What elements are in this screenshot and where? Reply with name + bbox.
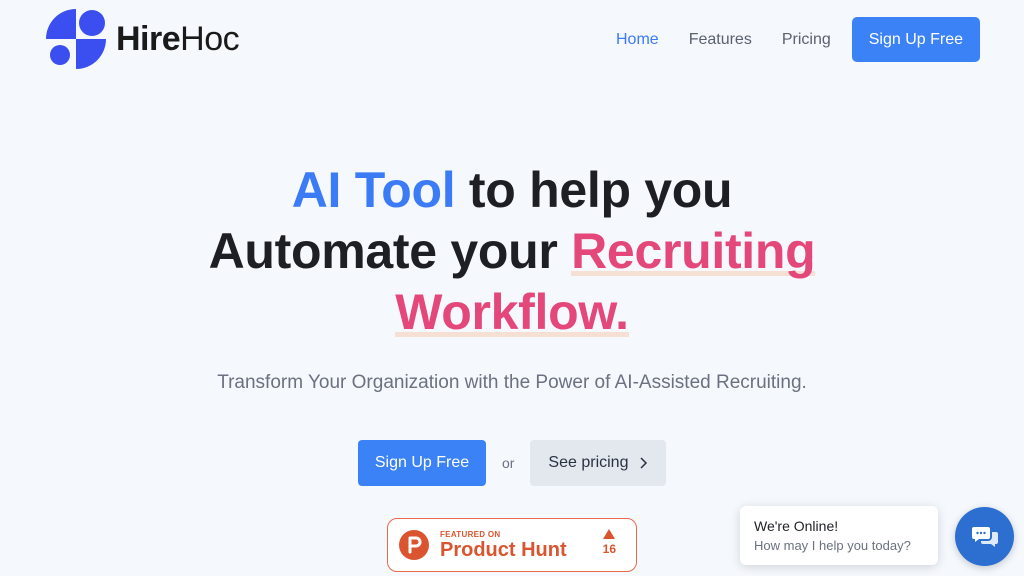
chat-greeting-bubble[interactable]: We're Online! How may I help you today?: [740, 506, 938, 565]
product-hunt-name: Product Hunt: [440, 538, 567, 561]
chat-launcher-button[interactable]: [955, 507, 1014, 566]
hero-title-highlight-recruiting: Recruiting: [571, 223, 816, 281]
main-nav: Home Features Pricing Sign Up Free: [586, 17, 980, 62]
see-pricing-button[interactable]: See pricing: [530, 440, 667, 486]
product-hunt-text: FEATURED ON Product Hunt: [440, 530, 567, 561]
product-hunt-featured-label: FEATURED ON: [440, 529, 501, 539]
upvote-triangle-icon: [603, 529, 616, 539]
chat-greeting-subtitle: How may I help you today?: [754, 538, 911, 553]
chat-bubbles-icon: [971, 526, 998, 547]
nav-pricing[interactable]: Pricing: [782, 31, 831, 49]
nav-home[interactable]: Home: [616, 31, 659, 49]
hero-subtitle: Transform Your Organization with the Pow…: [217, 372, 807, 393]
hero-title-highlight-workflow: Workflow.: [395, 284, 629, 342]
hero-title-line1-rest: to help you: [455, 162, 733, 218]
nav-sign-up-button[interactable]: Sign Up Free: [851, 17, 980, 62]
site-header: HireHoc Home Features Pricing Sign Up Fr…: [0, 0, 1024, 80]
hero-title: AI Tool to help you Automate your Recrui…: [0, 160, 1024, 343]
hero-sign-up-button[interactable]: Sign Up Free: [358, 440, 486, 486]
or-separator: or: [502, 455, 515, 471]
hero-title-highlight-blue: AI Tool: [291, 162, 456, 218]
hero-cta-row: Sign Up Free or See pricing: [358, 440, 667, 486]
product-hunt-badge[interactable]: FEATURED ON Product Hunt 16: [387, 518, 637, 572]
see-pricing-label: See pricing: [548, 454, 629, 471]
product-hunt-vote-count: 16: [602, 542, 616, 556]
logo[interactable]: HireHoc: [46, 9, 240, 69]
product-hunt-icon: [399, 530, 429, 560]
product-hunt-votes: 16: [603, 529, 616, 556]
hero-title-line2-prefix: Automate your: [208, 223, 572, 279]
logo-wordmark: HireHoc: [116, 20, 240, 58]
hirehoc-logo-icon: [46, 9, 106, 69]
chat-greeting-title: We're Online!: [754, 518, 839, 534]
chevron-right-icon: [640, 457, 648, 469]
nav-features[interactable]: Features: [689, 31, 752, 49]
